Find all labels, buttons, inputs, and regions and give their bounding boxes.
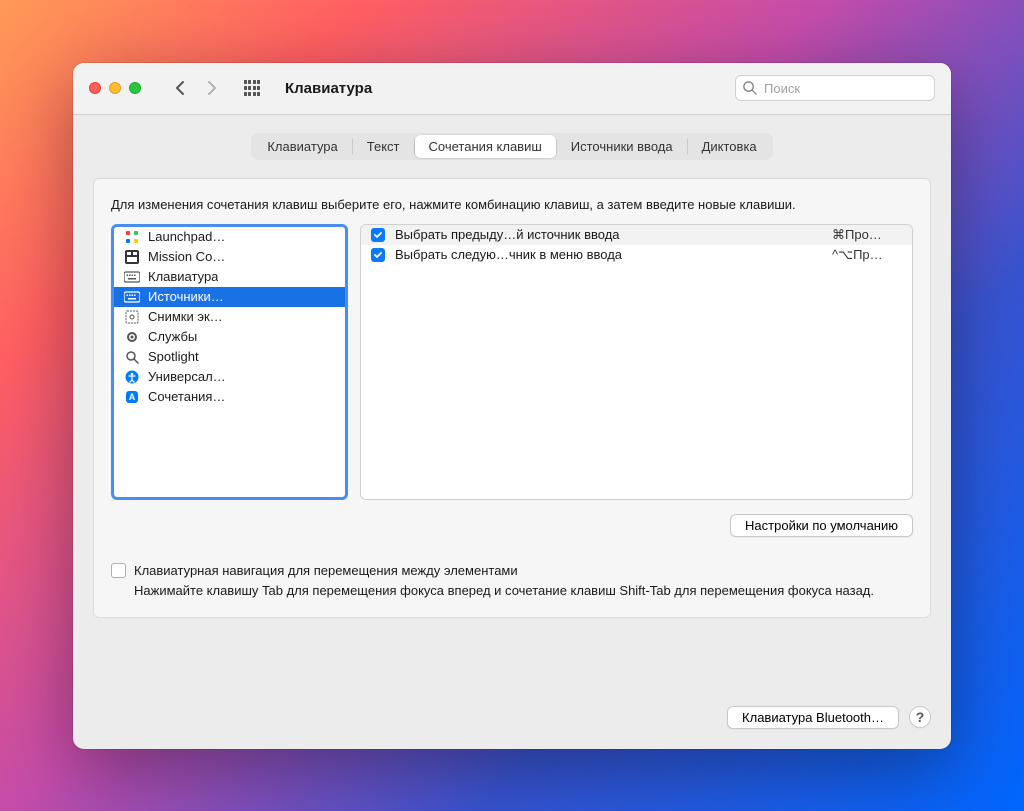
tab-dictation[interactable]: Диктовка <box>688 135 771 158</box>
instruction-text: Для изменения сочетания клавиш выберите … <box>111 196 913 214</box>
tab-shortcuts[interactable]: Сочетания клавиш <box>415 135 556 158</box>
tabs-row: Клавиатура Текст Сочетания клавиш Источн… <box>93 133 931 160</box>
shortcut-text: Выбрать следую…чник в меню ввода <box>395 247 822 262</box>
accessibility-icon <box>124 369 140 385</box>
category-spotlight[interactable]: Spotlight <box>114 347 345 367</box>
tab-keyboard[interactable]: Клавиатура <box>253 135 351 158</box>
shortcut-key[interactable]: ⌘Про… <box>832 227 902 243</box>
category-keyboard[interactable]: Клавиатура <box>114 267 345 287</box>
keyboard-nav-label: Клавиатурная навигация для перемещения м… <box>134 563 518 578</box>
show-all-button[interactable] <box>239 75 265 101</box>
check-icon <box>373 230 383 240</box>
gear-icon <box>124 329 140 345</box>
screenshot-icon <box>124 309 140 325</box>
chevron-left-icon <box>175 80 185 96</box>
close-button[interactable] <box>89 82 101 94</box>
category-label: Spotlight <box>148 349 199 364</box>
fullscreen-button[interactable] <box>129 82 141 94</box>
search-icon <box>742 80 757 95</box>
grid-icon <box>244 80 260 96</box>
bluetooth-keyboard-button[interactable]: Клавиатура Bluetooth… <box>727 706 899 729</box>
search-wrap <box>735 75 935 101</box>
keyboard-nav-option: Клавиатурная навигация для перемещения м… <box>111 563 913 600</box>
shortcut-row[interactable]: Выбрать следую…чник в меню ввода ^⌥Пр… <box>361 245 912 265</box>
category-label: Клавиатура <box>148 269 218 284</box>
category-app-shortcuts[interactable]: A Сочетания… <box>114 387 345 407</box>
tab-input-sources[interactable]: Источники ввода <box>557 135 687 158</box>
svg-text:A: A <box>129 392 136 402</box>
preferences-window: Клавиатура Клавиатура Текст Сочетания кл… <box>73 63 951 749</box>
segmented-tabs: Клавиатура Текст Сочетания клавиш Источн… <box>251 133 772 160</box>
category-input-sources[interactable]: Источники… <box>114 287 345 307</box>
checkbox-checked[interactable] <box>371 228 385 242</box>
content: Клавиатура Текст Сочетания клавиш Источн… <box>73 115 951 749</box>
category-label: Снимки эк… <box>148 309 223 324</box>
keyboard-nav-desc: Нажимайте клавишу Tab для перемещения фо… <box>134 582 913 600</box>
category-label: Источники… <box>148 289 224 304</box>
restore-defaults-button[interactable]: Настройки по умолчанию <box>730 514 913 537</box>
traffic-lights <box>89 82 141 94</box>
search-input[interactable] <box>735 75 935 101</box>
chevron-right-icon <box>207 80 217 96</box>
keyboard-nav-checkbox[interactable] <box>111 563 126 578</box>
forward-button[interactable] <box>199 75 225 101</box>
tab-text[interactable]: Текст <box>353 135 414 158</box>
footer-row: Клавиатура Bluetooth… ? <box>93 688 931 729</box>
category-list[interactable]: Launchpad… Mission Co… Клавиатура Источн… <box>111 224 348 500</box>
checkbox-checked[interactable] <box>371 248 385 262</box>
shortcut-key[interactable]: ^⌥Пр… <box>832 247 902 263</box>
check-icon <box>373 250 383 260</box>
shortcut-list[interactable]: Выбрать предыду…й источник ввода ⌘Про… В… <box>360 224 913 500</box>
option-line: Клавиатурная навигация для перемещения м… <box>111 563 913 578</box>
category-launchpad[interactable]: Launchpad… <box>114 227 345 247</box>
category-label: Mission Co… <box>148 249 225 264</box>
window-title: Клавиатура <box>285 80 372 97</box>
keyboard-icon <box>124 269 140 285</box>
category-mission-control[interactable]: Mission Co… <box>114 247 345 267</box>
category-screenshots[interactable]: Снимки эк… <box>114 307 345 327</box>
category-label: Универсал… <box>148 369 226 384</box>
defaults-row: Настройки по умолчанию <box>111 514 913 537</box>
category-label: Сочетания… <box>148 389 225 404</box>
back-button[interactable] <box>167 75 193 101</box>
app-icon: A <box>124 389 140 405</box>
minimize-button[interactable] <box>109 82 121 94</box>
keyboard-icon <box>124 289 140 305</box>
shortcut-row[interactable]: Выбрать предыду…й источник ввода ⌘Про… <box>361 225 912 245</box>
category-services[interactable]: Службы <box>114 327 345 347</box>
shortcut-text: Выбрать предыду…й источник ввода <box>395 227 822 242</box>
category-label: Службы <box>148 329 197 344</box>
launchpad-icon <box>124 229 140 245</box>
category-accessibility[interactable]: Универсал… <box>114 367 345 387</box>
panes: Launchpad… Mission Co… Клавиатура Источн… <box>111 224 913 500</box>
mission-control-icon <box>124 249 140 265</box>
help-button[interactable]: ? <box>909 706 931 728</box>
titlebar: Клавиатура <box>73 63 951 115</box>
prefs-box: Для изменения сочетания клавиш выберите … <box>93 178 931 618</box>
category-label: Launchpad… <box>148 229 225 244</box>
nav-buttons <box>167 75 225 101</box>
spotlight-icon <box>124 349 140 365</box>
